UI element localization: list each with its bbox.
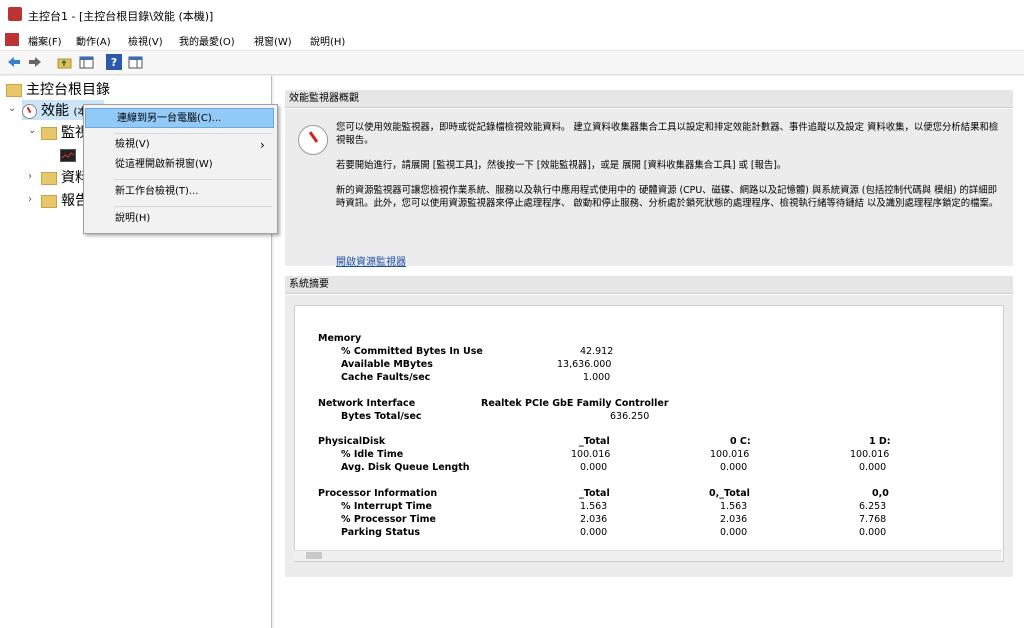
details-pane: 效能監視器概觀 您可以使用效能監視器，即時或從記錄檔檢視效能資料。 建立資料收集… xyxy=(274,76,1024,628)
counter-value: 7.768 xyxy=(859,514,887,525)
open-resource-monitor-link[interactable]: 開啟資源監視器 xyxy=(336,253,406,268)
chevron-right-icon[interactable]: › xyxy=(28,194,32,205)
performance-icon xyxy=(22,103,37,119)
up-folder-icon[interactable] xyxy=(56,54,72,70)
menu-item-connect-another-computer[interactable]: 連線到另一台電腦(C)... xyxy=(85,108,274,128)
counter-label: Bytes Total/sec xyxy=(341,411,422,422)
counter-value: 100.016 xyxy=(710,449,750,460)
toolbar: ? xyxy=(0,51,1024,75)
help-icon[interactable]: ? xyxy=(106,54,122,70)
counter-value: 100.016 xyxy=(850,449,890,460)
show-hide-tree-icon[interactable] xyxy=(78,54,94,70)
system-summary-panel: Memory % Committed Bytes In Use 42.912 A… xyxy=(285,295,1013,577)
counter-value: 0.000 xyxy=(720,527,748,538)
section-title: Memory xyxy=(318,333,362,344)
counter-label: % Processor Time xyxy=(341,514,436,525)
system-menu-icon[interactable] xyxy=(5,33,19,46)
counter-value: 6.253 xyxy=(859,501,887,512)
performance-gauge-icon xyxy=(298,125,328,155)
counter-value: 0.000 xyxy=(580,527,608,538)
column-header: 0,0 xyxy=(872,488,889,499)
column-header: 1 D: xyxy=(869,436,891,447)
tree-item-root[interactable]: 主控台根目錄 xyxy=(6,79,110,99)
counter-value: 636.250 xyxy=(610,411,650,422)
counter-label: % Committed Bytes In Use xyxy=(341,346,483,357)
horizontal-scrollbar[interactable] xyxy=(294,550,1002,561)
column-header: _Total xyxy=(579,488,610,499)
title-bar: 主控台1 - [主控台根目錄\效能 (本機)] xyxy=(0,0,1024,30)
section-title: Processor Information xyxy=(318,488,438,499)
overview-paragraph: 若要開始進行，請展開 [監視工具]，然後按一下 [效能監視器]，或是 展開 [資… xyxy=(336,160,787,171)
menu-separator xyxy=(114,179,272,180)
submenu-arrow-icon: › xyxy=(260,138,265,152)
counter-value: 0.000 xyxy=(859,462,887,473)
counter-value: 2.036 xyxy=(720,514,748,525)
column-header: _Total xyxy=(579,436,610,447)
counter-label: Avg. Disk Queue Length xyxy=(341,462,470,473)
menu-separator xyxy=(114,206,272,207)
counter-value: 13,636.000 xyxy=(557,359,612,370)
network-adapter-name: Realtek PCIe GbE Family Controller xyxy=(481,398,669,409)
menu-help[interactable]: 說明(H) xyxy=(310,33,345,48)
counter-value: 0.000 xyxy=(580,462,608,473)
app-icon xyxy=(8,7,22,21)
back-arrow-icon[interactable] xyxy=(6,54,22,70)
counter-label: Cache Faults/sec xyxy=(341,372,431,383)
counter-value: 1.563 xyxy=(720,501,748,512)
chevron-right-icon[interactable]: › xyxy=(28,171,32,182)
counter-value: 42.912 xyxy=(580,346,614,357)
menu-bar: 檔案(F) 動作(A) 檢視(V) 我的最愛(O) 視窗(W) 說明(H) xyxy=(0,30,1024,51)
menu-action[interactable]: 動作(A) xyxy=(76,33,111,48)
counter-label: % Idle Time xyxy=(341,449,404,460)
column-header: 0 C: xyxy=(730,436,751,447)
counter-value: 100.016 xyxy=(571,449,611,460)
folder-icon xyxy=(6,83,22,97)
overview-paragraph: 您可以使用效能監視器，即時或從記錄檔檢視效能資料。 建立資料收集器集合工具以設定… xyxy=(336,122,999,146)
menu-item-new-taskpad[interactable]: 新工作台檢視(T)... xyxy=(84,182,275,202)
chevron-down-icon[interactable]: ⌄ xyxy=(28,125,36,136)
folder-icon xyxy=(41,126,57,140)
overview-text: 您可以使用效能監視器，即時或從記錄檔檢視效能資料。 建立資料收集器集合工具以設定… xyxy=(336,121,1006,222)
counter-value: 1.000 xyxy=(583,372,611,383)
menu-item-help[interactable]: 說明(H) xyxy=(84,209,275,229)
chevron-down-icon[interactable]: ⌄ xyxy=(8,103,16,114)
performance-monitor-icon[interactable] xyxy=(60,149,76,162)
overview-paragraph: 新的資源監視器可讓您檢視作業系統、服務以及執行中應用程式使用中的 硬體資源 (C… xyxy=(336,185,999,209)
counter-value: 0.000 xyxy=(720,462,748,473)
counter-value: 2.036 xyxy=(580,514,608,525)
folder-icon xyxy=(41,194,57,208)
menu-item-view[interactable]: 檢視(V) › xyxy=(84,135,275,155)
menu-window[interactable]: 視窗(W) xyxy=(254,33,292,48)
counter-label: Parking Status xyxy=(341,527,421,538)
show-action-pane-icon[interactable] xyxy=(127,54,143,70)
scrollbar-thumb[interactable] xyxy=(306,552,322,559)
summary-table: Memory % Committed Bytes In Use 42.912 A… xyxy=(294,305,1004,562)
section-title: Network Interface xyxy=(318,398,416,409)
column-header: 0,_Total xyxy=(709,488,750,499)
system-summary-header[interactable]: 系統摘要 xyxy=(285,276,1013,294)
counter-value: 0.000 xyxy=(859,527,887,538)
menu-favorites[interactable]: 我的最愛(O) xyxy=(179,33,235,48)
tree-item-reports[interactable]: 報告 xyxy=(41,190,89,210)
overview-header[interactable]: 效能監視器概觀 xyxy=(285,90,1013,108)
menu-file[interactable]: 檔案(F) xyxy=(28,33,62,48)
counter-label: % Interrupt Time xyxy=(341,501,432,512)
counter-label: Available MBytes xyxy=(341,359,433,370)
menu-item-new-window[interactable]: 從這裡開啟新視窗(W) xyxy=(84,155,275,175)
folder-icon xyxy=(41,171,57,185)
menu-view[interactable]: 檢視(V) xyxy=(128,33,163,48)
counter-value: 1.563 xyxy=(580,501,608,512)
window-title: 主控台1 - [主控台根目錄\效能 (本機)] xyxy=(28,10,214,23)
menu-separator xyxy=(114,133,272,134)
context-menu: 連線到另一台電腦(C)... 檢視(V) › 從這裡開啟新視窗(W) 新工作台檢視… xyxy=(83,104,278,234)
overview-panel: 您可以使用效能監視器，即時或從記錄檔檢視效能資料。 建立資料收集器集合工具以設定… xyxy=(285,109,1013,268)
forward-arrow-icon[interactable] xyxy=(27,54,43,70)
section-title: PhysicalDisk xyxy=(318,436,386,447)
